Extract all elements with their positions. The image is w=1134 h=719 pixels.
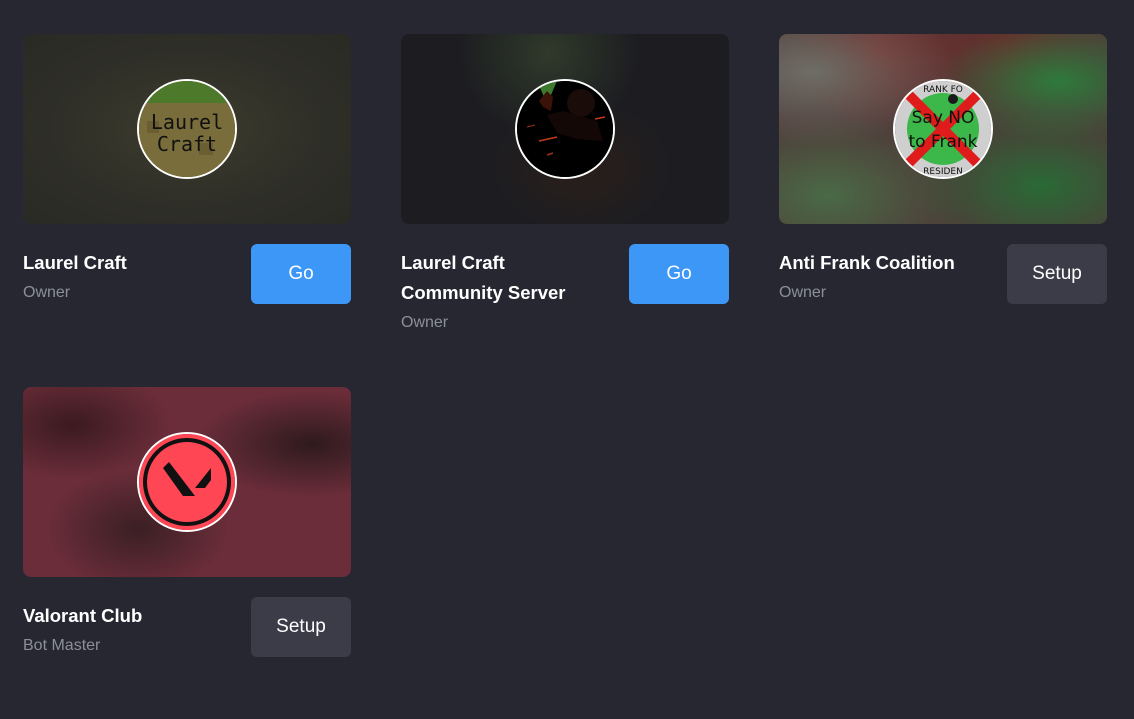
server-name-text: Laurel Craft Community Server [401,252,566,303]
server-card: RANK FO Say NO to Frank RESIDEN Anti Fra… [779,34,1107,344]
setup-button[interactable]: Setup [251,597,351,657]
server-role: Owner [401,314,449,331]
logo-text-line-1: Say NO [912,108,975,128]
server-info: Valorant Club Bot Master Setup [23,597,351,697]
server-avatar: Laurel Craft [137,79,237,179]
setup-button[interactable]: Setup [1007,244,1107,304]
server-avatar: RANK FO Say NO to Frank RESIDEN [893,79,993,179]
logo-text-top: RANK FO [923,85,963,95]
server-banner: Laurel Craft [23,34,351,224]
logo-text-line-2: Craft [157,132,217,156]
server-avatar [137,432,237,532]
server-name-text: Laurel Craft [23,252,127,273]
valorant-logo-icon [139,434,235,530]
server-name: Laurel Craft Owner [23,248,223,308]
server-avatar [515,79,615,179]
server-banner: RANK FO Say NO to Frank RESIDEN [779,34,1107,224]
go-button[interactable]: Go [251,244,351,304]
laurel-craft-logo-icon: Laurel Craft [139,81,235,177]
server-role: Owner [779,284,827,301]
say-no-to-frank-logo-icon: RANK FO Say NO to Frank RESIDEN [895,81,991,177]
server-name: Anti Frank Coalition Owner [779,248,979,308]
server-info: Laurel Craft Owner Go [23,244,351,344]
server-card: Laurel Craft Laurel Craft Owner Go [23,34,351,344]
silhouette-image-icon [517,81,613,177]
server-role: Bot Master [23,637,101,654]
server-name: Laurel Craft Community Server Owner [401,248,601,338]
server-role: Owner [23,284,71,301]
server-card: Laurel Craft Community Server Owner Go [401,34,729,344]
server-name-text: Valorant Club [23,605,143,626]
server-banner [23,387,351,577]
server-card: Valorant Club Bot Master Setup [23,387,351,697]
server-name-text: Anti Frank Coalition [779,252,955,273]
go-button[interactable]: Go [629,244,729,304]
logo-text-line-2: to Frank [908,132,977,152]
server-info: Anti Frank Coalition Owner Setup [779,244,1107,344]
server-name: Valorant Club Bot Master [23,601,223,661]
server-info: Laurel Craft Community Server Owner Go [401,244,729,344]
logo-text-bottom: RESIDEN [923,167,963,177]
logo-text-line-1: Laurel [151,110,223,134]
server-banner [401,34,729,224]
